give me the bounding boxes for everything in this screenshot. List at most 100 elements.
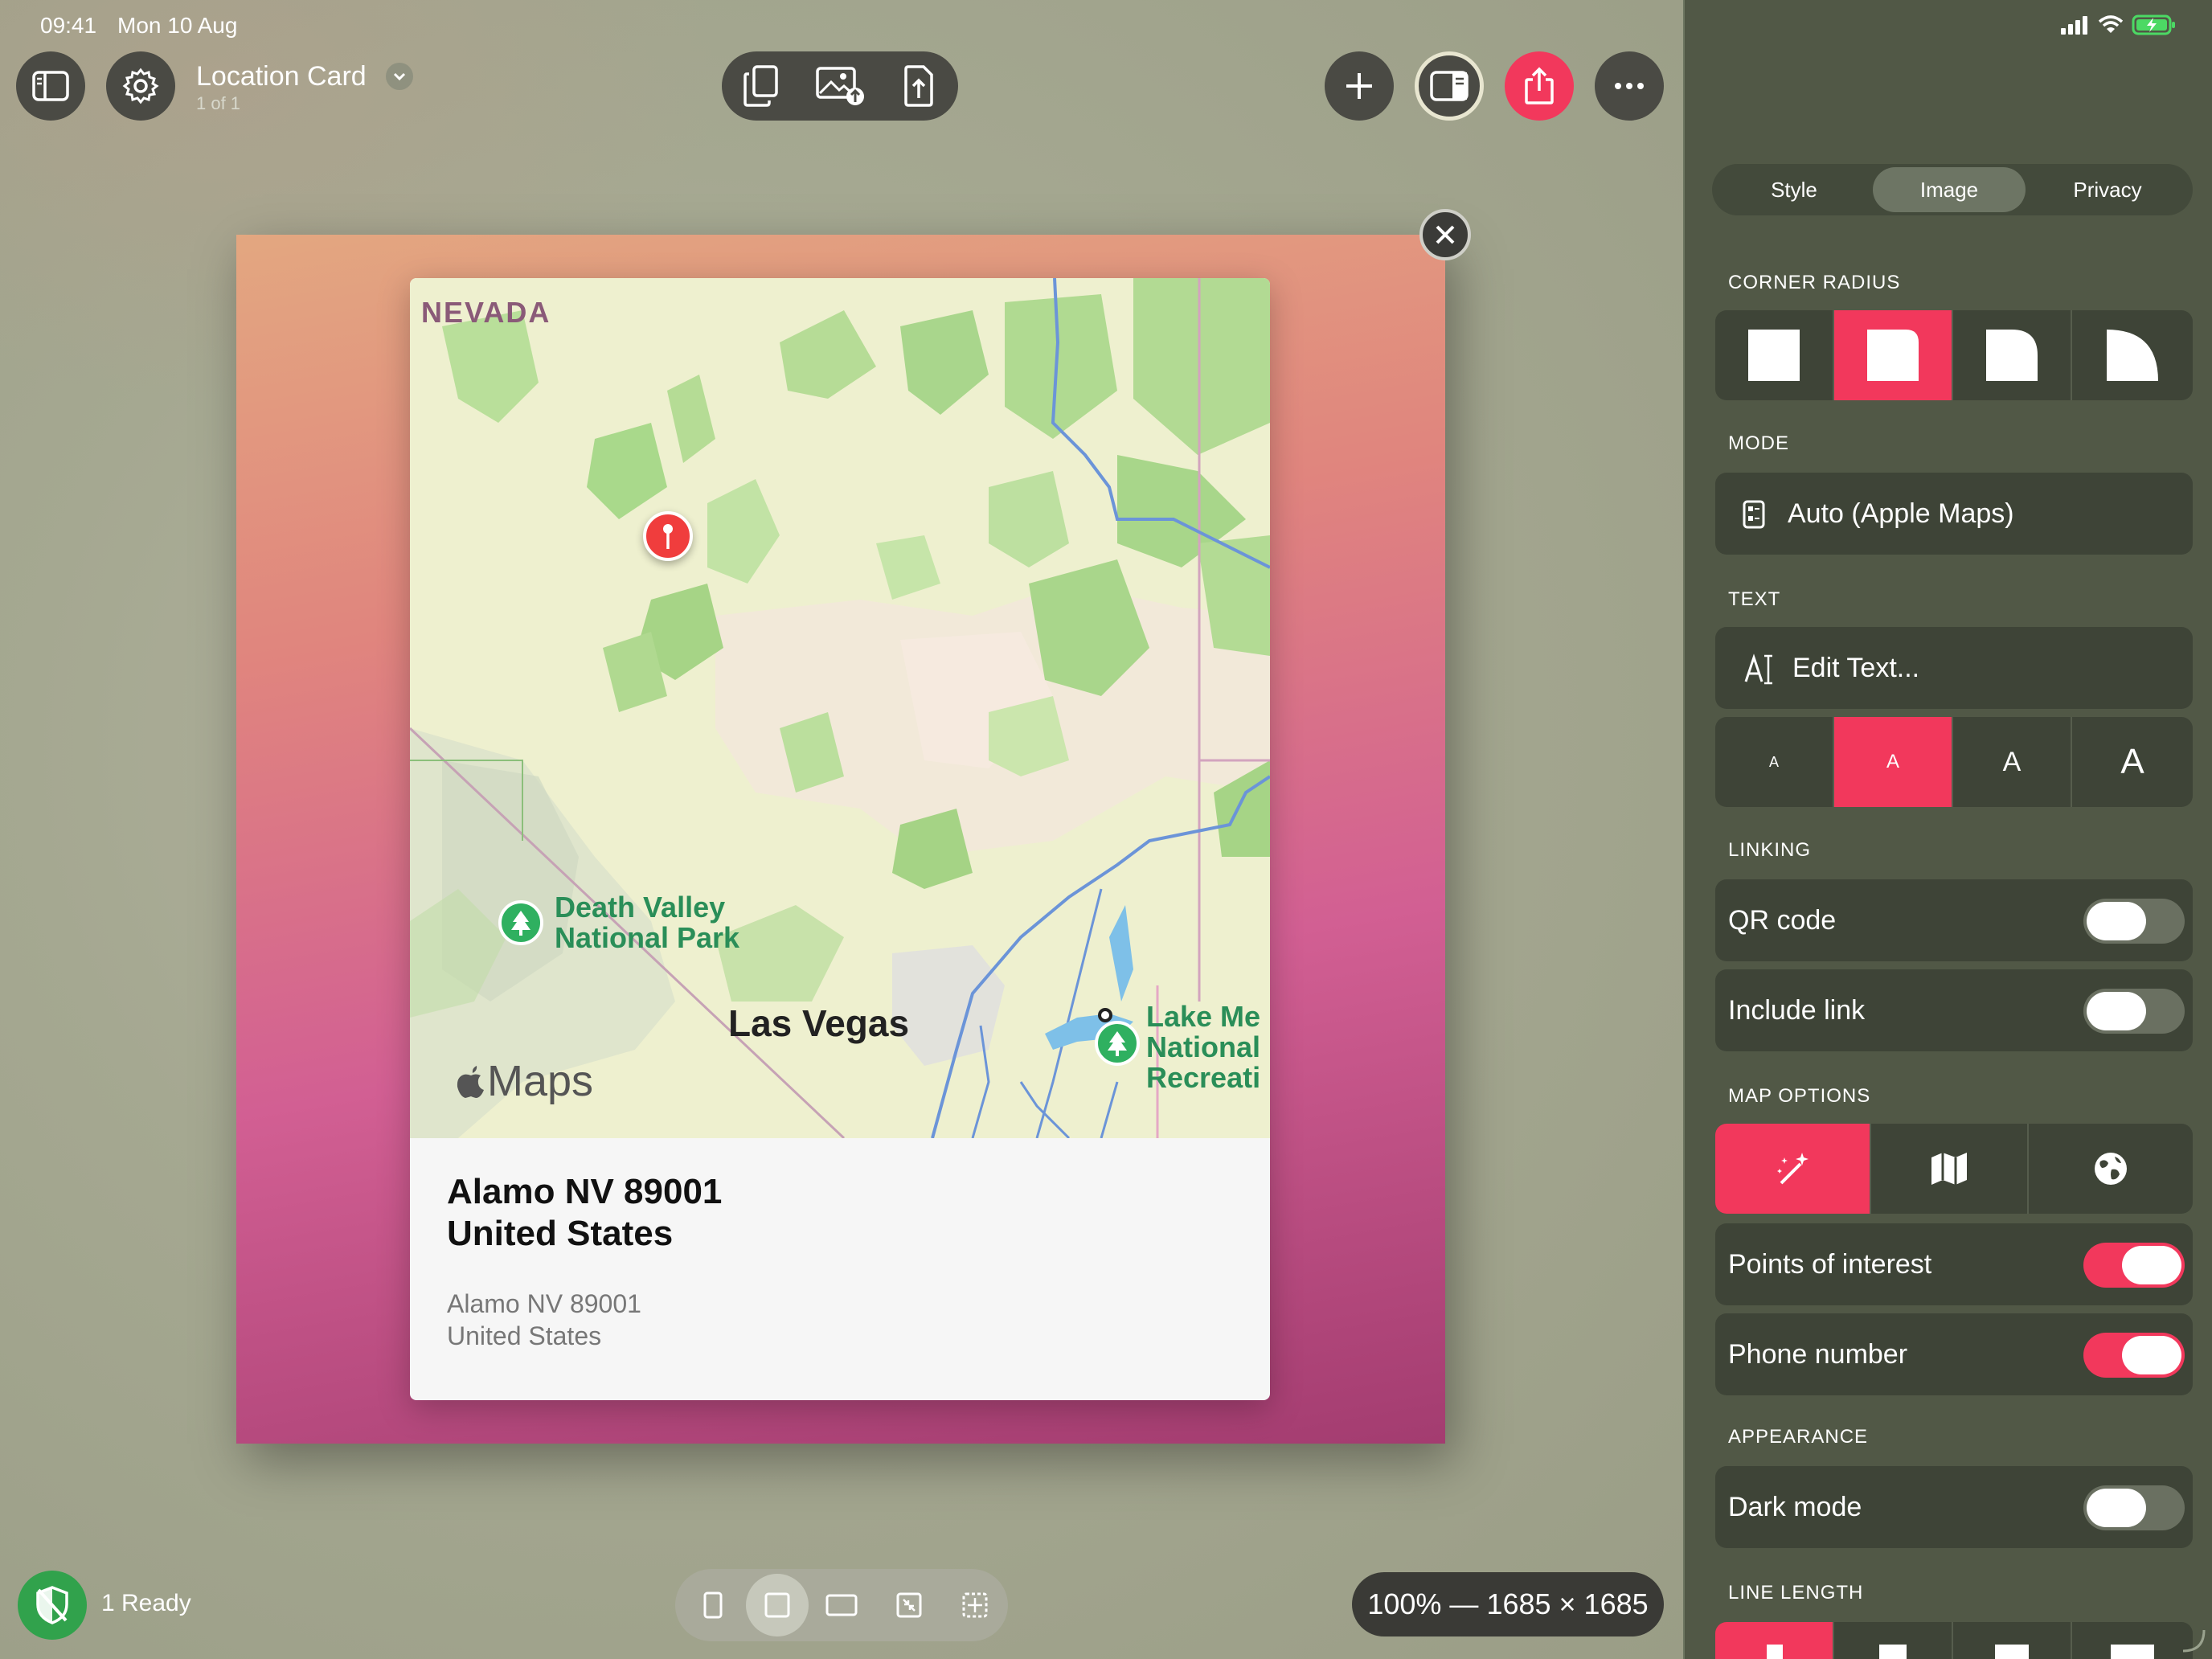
fit-size-button[interactable] <box>878 1574 940 1636</box>
map-style-auto-button[interactable] <box>1715 1124 1870 1214</box>
inspector-panel-icon <box>1430 71 1469 101</box>
document-upload-icon <box>904 65 933 107</box>
mode-selector[interactable]: Auto (Apple Maps) <box>1715 473 2193 555</box>
export-file-button[interactable] <box>879 51 958 121</box>
sidebar-toggle-button[interactable] <box>16 51 85 121</box>
tab-privacy[interactable]: Privacy <box>2026 167 2189 212</box>
map-icon <box>1931 1153 1967 1185</box>
title-menu-button[interactable] <box>386 63 413 90</box>
maps-brand-logo: Maps <box>455 1056 593 1106</box>
map-label-lake-line2: National <box>1146 1030 1261 1063</box>
share-button[interactable] <box>1505 51 1574 121</box>
document-card-icon <box>1743 500 1765 529</box>
line-length-selector <box>1715 1622 2193 1659</box>
ready-status-button[interactable] <box>18 1571 87 1640</box>
address-title-line2: United States <box>447 1214 674 1253</box>
city-marker-icon <box>1098 1008 1112 1022</box>
medium-round-corner-icon <box>1986 330 2038 381</box>
square-corner-icon <box>1748 330 1800 381</box>
import-photo-button[interactable] <box>801 51 879 121</box>
chevron-down-icon <box>393 72 406 81</box>
linking-heading: LINKING <box>1728 839 1812 861</box>
portrait-size-button[interactable] <box>682 1574 744 1636</box>
text-size-small-button[interactable]: A <box>1834 717 1952 807</box>
points-of-interest-label: Points of interest <box>1728 1248 1932 1280</box>
text-size-medium-button[interactable]: A <box>1953 717 2071 807</box>
close-icon <box>1436 225 1455 244</box>
tab-image[interactable]: Image <box>1873 167 2026 212</box>
map-style-selector <box>1715 1124 2193 1214</box>
line-length-long-button[interactable] <box>1953 1622 2071 1659</box>
portrait-icon <box>703 1591 723 1619</box>
gear-icon <box>122 68 159 104</box>
resize-handle-icon[interactable] <box>2180 1627 2207 1654</box>
line-length-full-button[interactable] <box>2072 1622 2193 1659</box>
text-size-xsmall-button[interactable]: A <box>1715 717 1833 807</box>
dark-mode-toggle[interactable] <box>2083 1485 2185 1530</box>
tab-style[interactable]: Style <box>1715 167 1873 212</box>
include-link-row: Include link <box>1715 969 2193 1051</box>
apple-logo-icon <box>457 1066 484 1098</box>
phone-number-row: Phone number <box>1715 1313 2193 1395</box>
add-button[interactable] <box>1325 51 1394 121</box>
custom-size-button[interactable] <box>944 1574 1006 1636</box>
document-title[interactable]: Location Card <box>196 61 367 92</box>
include-link-toggle[interactable] <box>2083 989 2185 1034</box>
mode-heading: MODE <box>1728 432 1789 454</box>
poster-canvas[interactable]: NEVADA Death Valley National Park Las Ve… <box>236 235 1445 1444</box>
qr-code-row: QR code <box>1715 879 2193 961</box>
inspector-toggle-button[interactable] <box>1415 51 1484 121</box>
qr-code-toggle[interactable] <box>2083 899 2185 944</box>
map-label-state: NEVADA <box>421 296 551 329</box>
map-label-lake-line3: Recreati <box>1146 1061 1261 1094</box>
address-detail-line1: Alamo NV 89001 <box>447 1289 641 1318</box>
share-icon <box>1525 67 1554 104</box>
magic-wand-icon <box>1777 1153 1809 1185</box>
settings-button[interactable] <box>106 51 175 121</box>
shrink-arrows-icon <box>896 1592 922 1618</box>
address-detail-line2: United States <box>447 1321 602 1350</box>
qr-code-label: QR code <box>1728 904 1837 936</box>
line-length-short-button[interactable] <box>1715 1622 1833 1659</box>
square-size-button[interactable] <box>746 1574 809 1636</box>
phone-number-toggle[interactable] <box>2083 1333 2185 1378</box>
zoom-readout: 100% — 1685 × 1685 <box>1352 1572 1664 1636</box>
points-of-interest-toggle[interactable] <box>2083 1243 2185 1288</box>
grid-crop-icon <box>962 1592 988 1618</box>
corner-radius-none-button[interactable] <box>1715 310 1833 400</box>
system-status-icons <box>2061 14 2177 35</box>
location-card[interactable]: NEVADA Death Valley National Park Las Ve… <box>410 278 1270 1400</box>
map-style-standard-button[interactable] <box>1871 1124 2027 1214</box>
dark-mode-label: Dark mode <box>1728 1491 1862 1522</box>
text-size-selector: A A A A <box>1715 717 2193 807</box>
map-style-satellite-button[interactable] <box>2029 1124 2193 1214</box>
landscape-size-button[interactable] <box>810 1574 873 1636</box>
location-pin-icon <box>643 511 693 561</box>
map-label-park1-line1: Death Valley <box>555 891 726 924</box>
ellipsis-icon <box>1615 83 1644 89</box>
corner-radius-selector <box>1715 310 2193 400</box>
text-size-large-button[interactable]: A <box>2072 717 2193 807</box>
document-page-count: 1 of 1 <box>196 93 241 113</box>
address-title-line1: Alamo NV 89001 <box>447 1172 723 1211</box>
sidebar-icon <box>32 71 69 101</box>
maps-brand-text: Maps <box>487 1057 594 1105</box>
more-button[interactable] <box>1595 51 1664 121</box>
landscape-icon <box>825 1594 858 1616</box>
corner-radius-large-button[interactable] <box>2072 310 2193 400</box>
corner-radius-medium-button[interactable] <box>1953 310 2071 400</box>
map-label-park1-line2: National Park <box>555 921 740 954</box>
line-length-medium-button[interactable] <box>1834 1622 1952 1659</box>
corner-radius-small-button[interactable] <box>1834 310 1952 400</box>
plus-icon <box>1346 73 1372 99</box>
close-button[interactable] <box>1419 209 1471 260</box>
inspector-panel: Style Image Privacy CORNER RADIUS MODE A… <box>1683 0 2212 1659</box>
copy-button[interactable] <box>722 51 801 121</box>
phone-number-label: Phone number <box>1728 1338 1908 1370</box>
map-label-lake-line1: Lake Me <box>1146 1000 1261 1033</box>
dark-mode-row: Dark mode <box>1715 1466 2193 1548</box>
corner-radius-heading: CORNER RADIUS <box>1728 272 1901 293</box>
edit-text-button[interactable]: Edit Text... <box>1715 627 2193 709</box>
small-round-corner-icon <box>1867 330 1919 381</box>
documents-icon <box>743 65 778 107</box>
